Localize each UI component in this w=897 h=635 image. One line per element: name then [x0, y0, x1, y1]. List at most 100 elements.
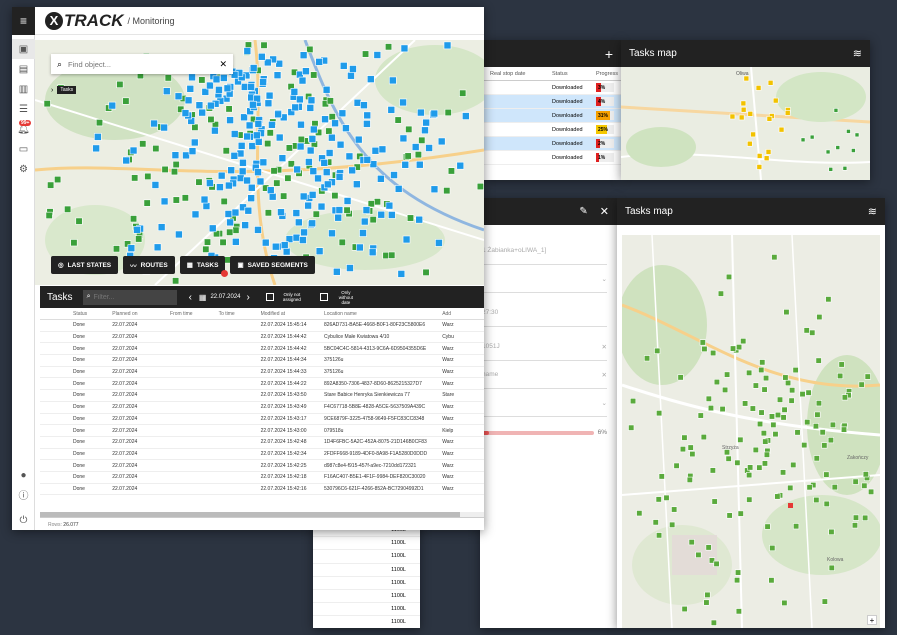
map-marker[interactable] [171, 151, 180, 159]
map-marker[interactable] [828, 564, 835, 571]
map-marker[interactable] [397, 270, 406, 278]
map-marker[interactable] [144, 172, 152, 180]
table-row[interactable]: Done 22.07.2024 22.07.2024 15:44:34 375126u… [40, 355, 484, 367]
map-marker[interactable] [861, 482, 868, 489]
map-marker[interactable] [92, 144, 100, 153]
date-value[interactable]: 22.07.2024 [210, 294, 240, 300]
map-marker[interactable] [331, 119, 339, 128]
map-marker[interactable] [809, 329, 816, 336]
map-marker[interactable] [710, 619, 717, 626]
map-marker[interactable] [719, 405, 726, 413]
map-marker[interactable] [188, 147, 197, 155]
map-marker[interactable] [717, 290, 724, 297]
map-marker[interactable] [389, 76, 397, 85]
table-row[interactable]: Done 22.07.2024 22.07.2024 15:42:25 d987c8e… [40, 460, 484, 472]
map-marker[interactable] [829, 421, 836, 428]
map-marker[interactable] [239, 158, 247, 167]
map-marker[interactable] [296, 95, 304, 104]
map-marker[interactable] [794, 429, 801, 436]
map-marker[interactable] [308, 219, 317, 228]
map-marker[interactable] [681, 434, 688, 441]
map-marker[interactable] [299, 236, 307, 244]
map-marker[interactable] [240, 83, 249, 91]
map-marker[interactable] [247, 194, 255, 202]
map-marker[interactable] [652, 519, 659, 526]
map-marker[interactable] [254, 226, 262, 234]
map-marker[interactable] [270, 167, 278, 175]
map-marker[interactable] [837, 372, 844, 380]
table-row[interactable]: Done 22.07.2024 22.07.2024 15:45:14 826AD73… [40, 320, 484, 332]
map-marker[interactable] [247, 183, 256, 192]
map-marker[interactable] [310, 71, 318, 79]
map-marker[interactable] [681, 605, 688, 613]
map-marker[interactable] [323, 180, 332, 189]
map-marker[interactable] [435, 239, 443, 247]
sidebar-item-list[interactable]: ☰ [12, 99, 35, 119]
map-marker[interactable] [669, 521, 676, 528]
map-marker[interactable] [734, 577, 741, 584]
map-marker[interactable] [823, 500, 830, 507]
map-marker[interactable] [760, 430, 767, 437]
filter-box[interactable]: ⌕ [82, 289, 177, 305]
search-input[interactable] [68, 59, 220, 69]
map-marker[interactable] [285, 144, 293, 152]
map-marker[interactable] [827, 437, 834, 444]
map-marker[interactable] [762, 438, 769, 445]
map-marker[interactable] [758, 366, 765, 374]
map-marker[interactable] [70, 239, 78, 247]
map-marker[interactable] [47, 181, 55, 189]
routes-button[interactable]: 〰 ROUTES [123, 256, 175, 274]
map-marker[interactable] [253, 131, 261, 140]
map-marker[interactable] [277, 208, 285, 217]
logout-button[interactable]: ⏻ [12, 510, 35, 530]
map-marker[interactable] [387, 106, 396, 114]
map-marker[interactable] [800, 137, 806, 143]
map-marker[interactable] [274, 110, 282, 119]
map-marker[interactable] [182, 151, 190, 160]
map-marker[interactable] [290, 88, 299, 96]
map-marker[interactable] [852, 514, 860, 521]
map-marker[interactable] [191, 123, 199, 131]
map-marker[interactable] [643, 355, 651, 362]
map-marker[interactable] [152, 144, 160, 153]
map-marker[interactable] [636, 510, 643, 517]
map-marker[interactable] [792, 367, 799, 374]
list-item[interactable]: Downloaded 25% [484, 123, 621, 137]
map-marker[interactable] [367, 200, 375, 208]
map-marker[interactable] [206, 179, 214, 187]
map-marker[interactable] [224, 210, 233, 218]
map-marker[interactable] [746, 472, 753, 479]
user-button[interactable]: ● [12, 465, 35, 485]
map-marker[interactable] [230, 130, 239, 138]
map-marker[interactable] [399, 98, 407, 107]
map-marker[interactable] [854, 132, 860, 138]
map-marker[interactable] [780, 414, 787, 421]
map-marker[interactable] [225, 105, 233, 113]
map-marker[interactable] [763, 451, 770, 458]
map-marker[interactable] [821, 442, 828, 449]
map-marker[interactable] [782, 374, 789, 381]
map-marker[interactable] [746, 369, 753, 376]
map-search-box[interactable]: ⌕ ✕ [51, 54, 233, 74]
map-marker[interactable] [295, 218, 303, 227]
map-marker[interactable] [411, 143, 420, 151]
map-marker[interactable] [705, 395, 712, 402]
map-marker[interactable] [654, 347, 661, 354]
map-marker[interactable] [695, 551, 702, 558]
map-marker[interactable] [347, 71, 355, 80]
map-marker[interactable] [756, 153, 763, 159]
map-marker[interactable] [703, 599, 710, 606]
map-marker[interactable] [122, 97, 130, 105]
map-marker[interactable] [225, 181, 233, 190]
map-marker[interactable] [291, 103, 300, 112]
table-row[interactable]: Done 22.07.2024 22.07.2024 15:42:34 2FDFF66… [40, 449, 484, 461]
map-marker[interactable] [293, 165, 301, 174]
map-marker[interactable] [801, 442, 808, 449]
list-item[interactable]: 1100L [313, 550, 420, 564]
map-marker[interactable] [259, 158, 268, 167]
map-marker[interactable] [208, 224, 217, 233]
map-marker[interactable] [825, 149, 831, 155]
map-marker[interactable] [686, 476, 693, 483]
map-marker[interactable] [430, 109, 439, 118]
column-header[interactable]: Planned on [109, 311, 167, 317]
